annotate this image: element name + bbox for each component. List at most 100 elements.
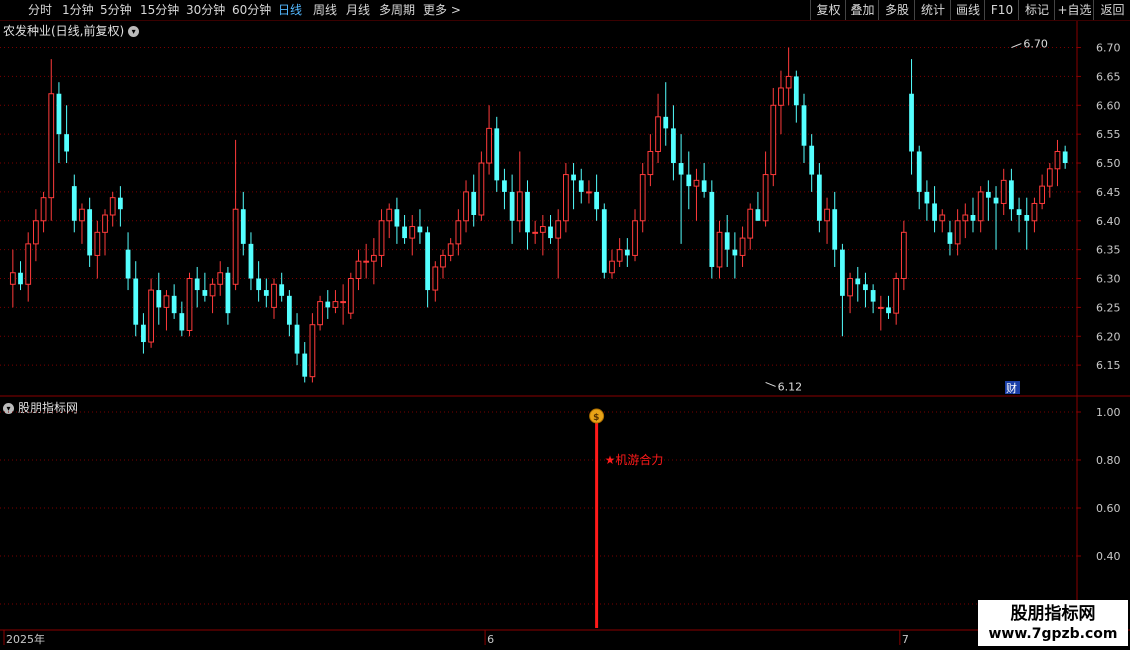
candle-body-down [125,249,131,279]
candle-body-down [932,203,937,221]
candle-body-down [970,215,976,221]
candle-body-up [370,254,377,262]
x-tick-label: 6 [487,633,494,646]
candle-body-down [663,116,669,129]
candle-body-down [64,134,69,152]
candle-body-up [954,220,961,245]
candle-body-down [816,174,822,221]
candle-body-up [847,278,853,297]
y-tick-label: 6.50 [1096,157,1121,170]
candle-body-down [732,249,738,256]
candle-body-up [9,272,16,285]
candle-body-up [378,220,385,256]
candle-body-down [194,278,200,291]
candle-body-down [425,232,431,291]
candle-body-down [993,197,999,204]
candle-body-down [594,191,599,210]
y-tick-label: 6.55 [1096,128,1121,141]
candle-body-down [417,226,423,233]
candle-body-up [555,220,562,239]
candle-body-down [863,284,868,291]
annotation-label: 6.70 [1023,38,1048,51]
candle-body-down [171,295,177,314]
annotation-arrow [1011,43,1022,49]
candle-body-down [671,128,676,164]
candle-body-up [939,214,946,222]
candle-body-down [263,290,269,296]
candle-body-up [877,306,884,309]
y-tick-label: 1.00 [1096,406,1121,419]
candle-body-up [25,243,32,285]
candle-body-up [586,191,592,194]
x-tick-label: 2025年 [6,632,45,646]
candle-body-down [909,93,914,152]
candle-body-down [202,290,208,296]
candle-body-up [739,237,746,256]
candle-body-down [56,93,62,135]
candle-body-down [240,209,246,244]
y-tick-label: 6.60 [1096,99,1121,112]
candle-body-up [977,191,984,222]
candle-body-up [317,301,323,326]
candle-body-down [855,278,861,285]
y-tick-label: 6.65 [1096,70,1121,83]
candle-body-down [286,295,292,325]
candle-body-down [302,353,308,377]
y-tick-label: 6.40 [1096,215,1121,228]
y-tick-label: 6.30 [1096,273,1121,286]
candle-body-up [186,278,193,331]
candle-body-down [87,209,93,256]
candle-body-up [363,260,370,263]
candle-body-down [686,174,692,187]
candle-body-down [801,105,807,146]
candle-body-down [179,313,185,331]
candle-body-down [1009,180,1014,210]
signal-label: ★机游合力 [605,452,664,467]
candle-body-up [109,197,116,216]
y-tick-label: 6.45 [1096,186,1121,199]
candle-body-up [48,93,55,199]
candle-body-down [1016,209,1022,215]
y-tick-label: 6.25 [1096,301,1121,314]
candle-body-up [647,150,654,176]
candle-body-down [248,243,254,279]
candle-body-down [809,145,815,175]
candle-body-down [1062,151,1068,164]
y-tick-label: 6.20 [1096,330,1121,343]
y-tick-label: 6.35 [1096,244,1121,257]
candle-body-up [478,162,485,216]
y-tick-label: 6.15 [1096,359,1121,372]
candle-body-up [386,208,393,222]
candle-body-down [494,128,500,181]
candle-body-down [886,307,891,314]
annotation-arrow [765,381,776,387]
x-tick-label: 7 [902,633,909,646]
candle-body-down [394,209,400,227]
candle-body-down [71,186,77,221]
candle-body-up [163,295,170,308]
candle-body-down [709,191,715,267]
candle-body-up [962,214,969,222]
fin-badge-label: 财 [1006,381,1017,395]
candle-body-up [94,231,101,256]
candle-body-up [33,220,39,245]
candle-body-up [447,243,454,256]
candle-body-up [1046,168,1053,187]
candle-body-up [632,220,638,256]
candle-body-up [1031,202,1038,222]
candle-body-up [1039,185,1045,204]
candle-body-down [133,278,139,325]
candle-body-up [455,220,462,245]
candle-body-up [762,174,769,222]
candle-body-up [486,127,492,164]
candle-body-up [693,179,700,187]
candle-body-up [355,260,362,280]
candle-body-up [347,278,354,314]
annotation-label: 6.12 [778,380,803,393]
candle-body-down [985,191,991,198]
candle-body-down [947,232,953,244]
candle-body-down [601,209,607,273]
candle-body-up [747,208,754,239]
candle-body-up [778,87,784,106]
candle-body-up [209,283,216,297]
